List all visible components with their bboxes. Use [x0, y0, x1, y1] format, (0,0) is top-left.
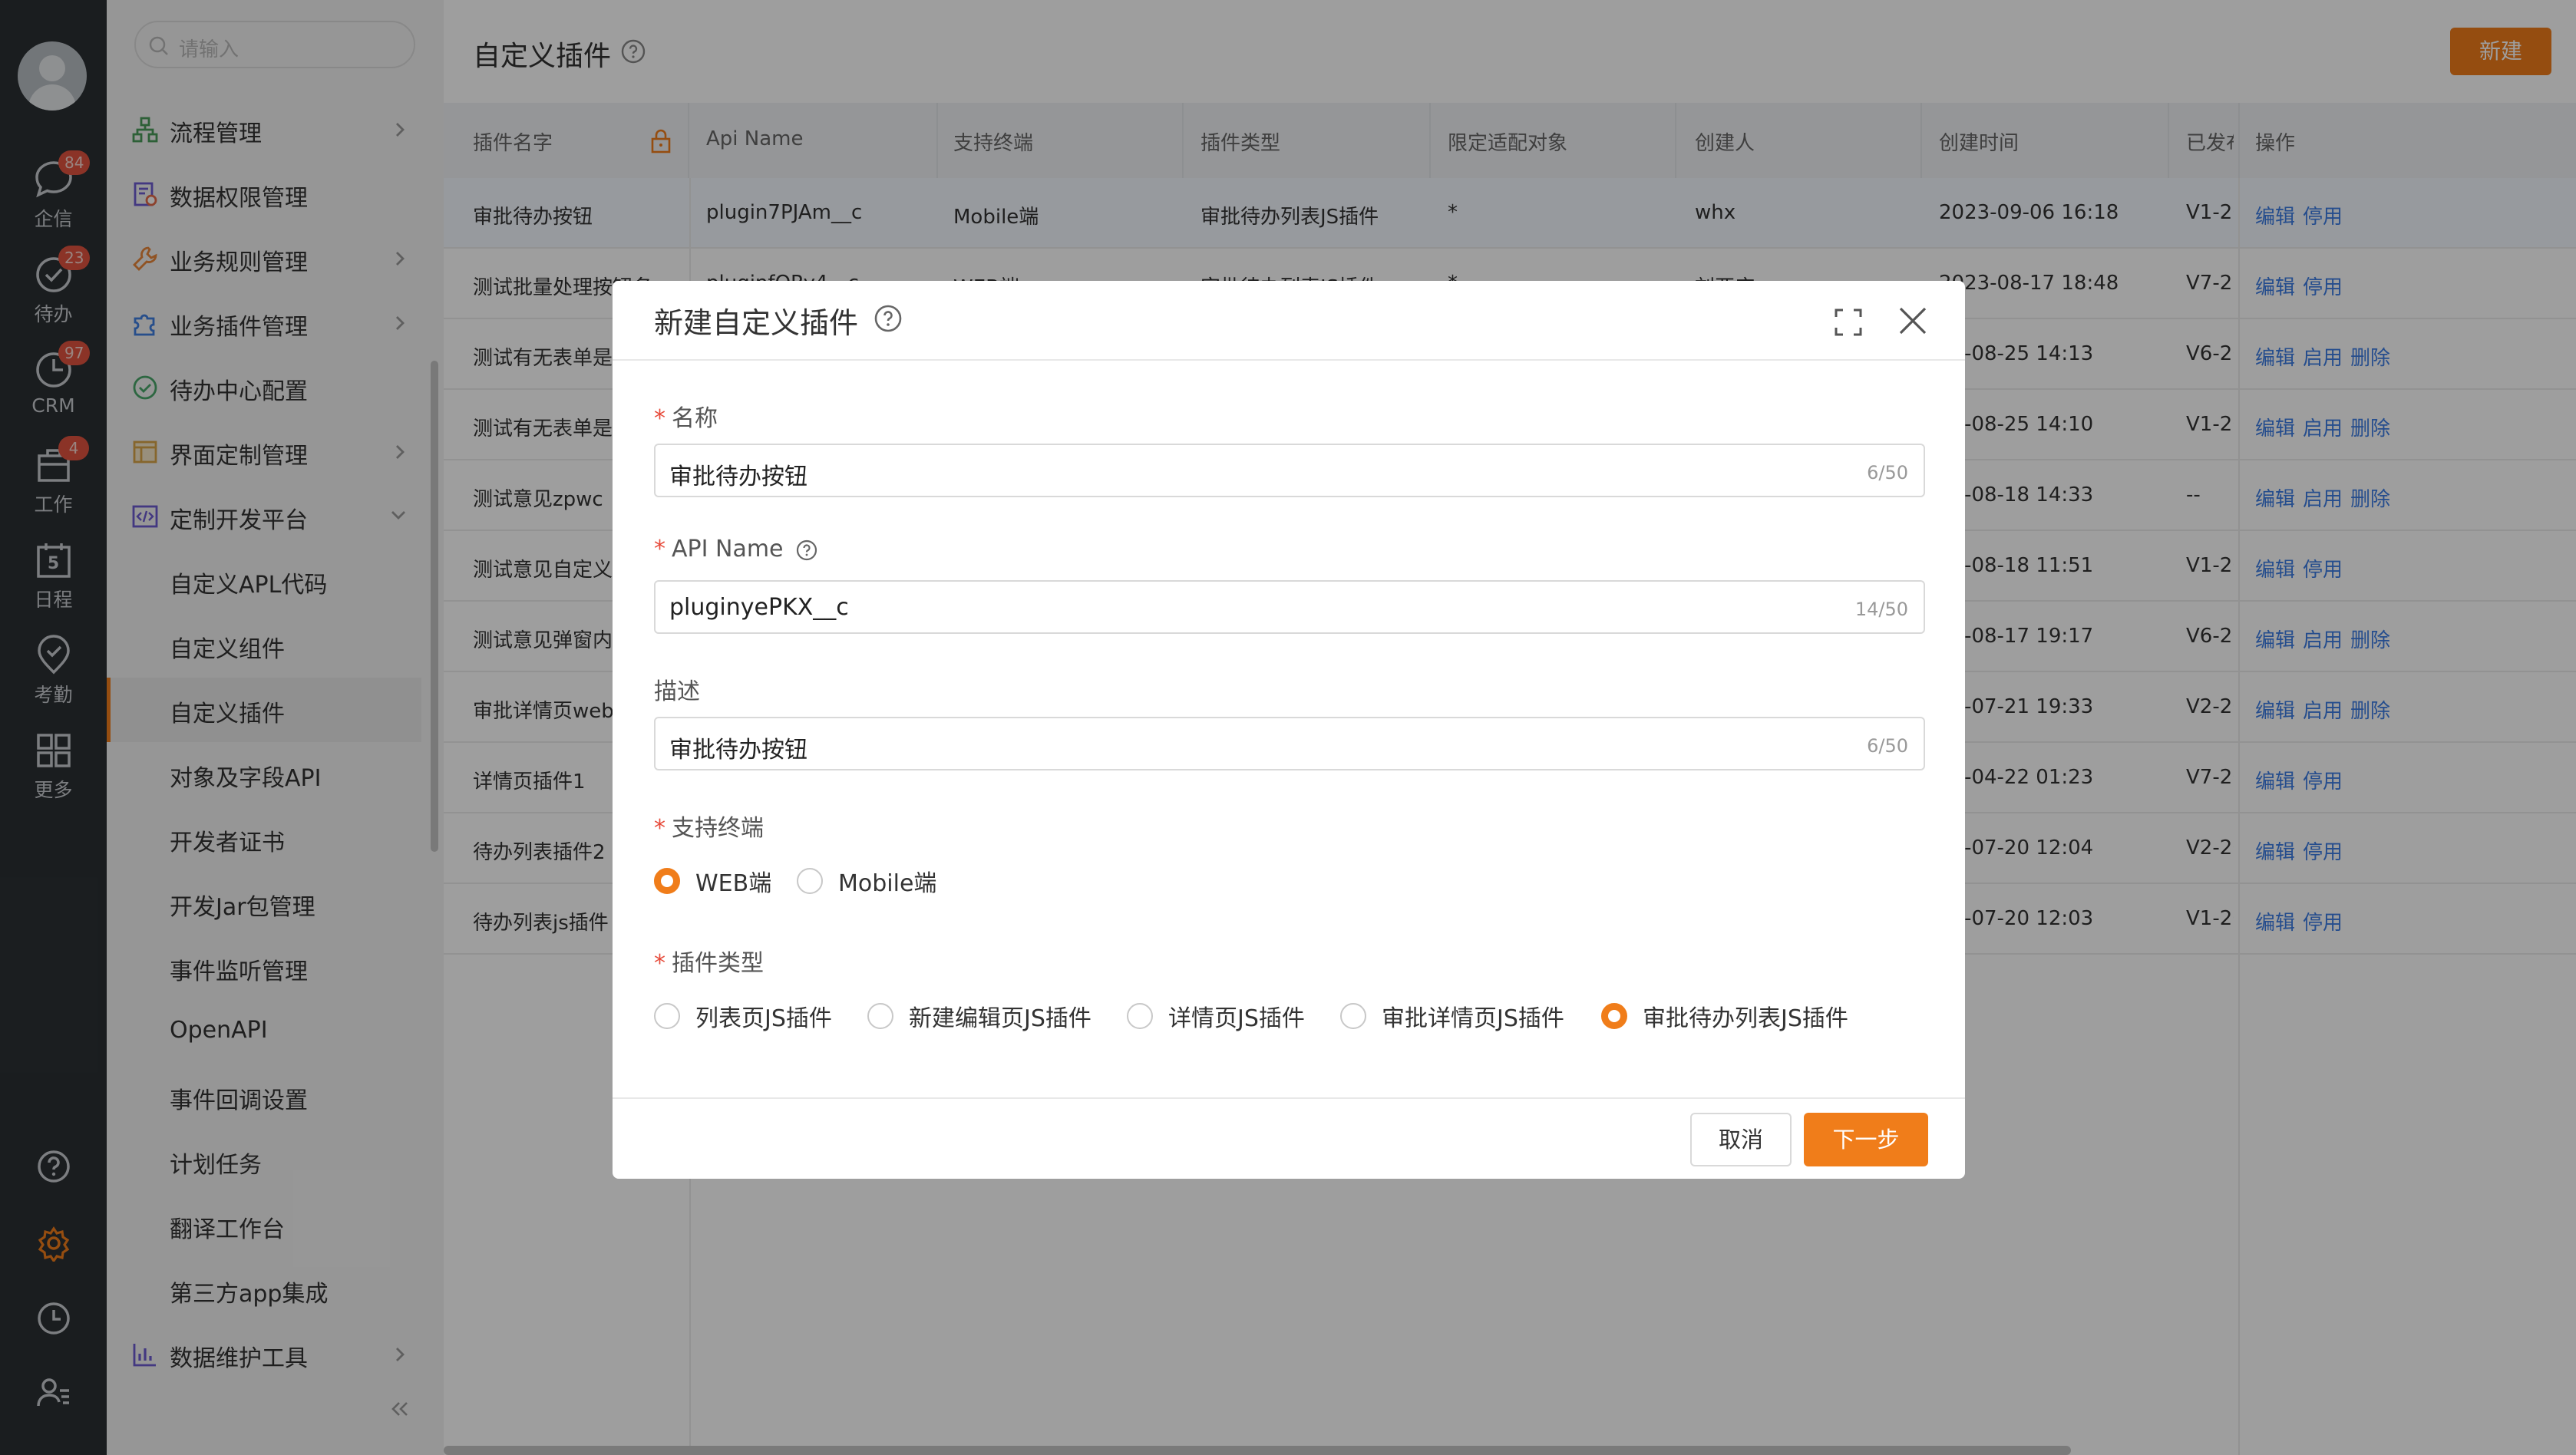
- description-field[interactable]: 审批待办按钮 6/50: [654, 717, 1925, 770]
- plugin-type-option[interactable]: 新建编辑页JS插件: [867, 999, 1091, 1033]
- dialog-footer: 取消 下一步: [613, 1097, 1965, 1179]
- radio-unselected[interactable]: [1340, 1003, 1366, 1029]
- dialog-title: 新建自定义插件: [654, 306, 859, 340]
- char-count: 14/50: [1854, 599, 1908, 620]
- radio-unselected[interactable]: [867, 1003, 893, 1029]
- name-label: * 名称: [654, 405, 718, 432]
- terminal-label: * 支持终端: [654, 815, 764, 842]
- api-name-field[interactable]: pluginyePKX__c 14/50: [654, 580, 1925, 634]
- next-step-button[interactable]: 下一步: [1804, 1113, 1928, 1166]
- plugin-type-option[interactable]: 详情页JS插件: [1127, 999, 1305, 1033]
- char-count: 6/50: [1867, 462, 1908, 483]
- help-icon[interactable]: [874, 304, 903, 333]
- name-field[interactable]: 审批待办按钮 6/50: [654, 444, 1925, 497]
- radio-unselected[interactable]: [797, 868, 823, 894]
- plugin-type-label: * 插件类型: [654, 950, 764, 977]
- char-count: 6/50: [1867, 735, 1908, 757]
- api-name-label: * API Name: [654, 536, 818, 563]
- plugin-type-option-selected[interactable]: 审批待办列表JS插件: [1601, 999, 1848, 1033]
- help-icon[interactable]: [795, 539, 818, 562]
- terminal-option-web[interactable]: WEB端: [654, 864, 771, 898]
- description-label: 描述: [654, 678, 700, 705]
- api-name-value: pluginyePKX__c: [669, 594, 849, 621]
- plugin-type-option[interactable]: 审批详情页JS插件: [1340, 999, 1564, 1033]
- radio-selected[interactable]: [1601, 1003, 1627, 1029]
- terminal-option-mobile[interactable]: Mobile端: [797, 864, 936, 898]
- dialog-header: 新建自定义插件: [613, 281, 1965, 361]
- cancel-button[interactable]: 取消: [1690, 1113, 1792, 1166]
- fullscreen-icon[interactable]: [1833, 307, 1864, 338]
- plugin-type-option[interactable]: 列表页JS插件: [654, 999, 832, 1033]
- radio-selected[interactable]: [654, 868, 680, 894]
- description-value: 审批待办按钮: [669, 737, 807, 764]
- close-icon[interactable]: [1896, 304, 1930, 338]
- new-plugin-dialog: 新建自定义插件 * 名称 审批待办按钮 6/50 * API Name plugin…: [613, 281, 1965, 1179]
- name-value: 审批待办按钮: [669, 464, 807, 490]
- radio-unselected[interactable]: [654, 1003, 680, 1029]
- radio-unselected[interactable]: [1127, 1003, 1153, 1029]
